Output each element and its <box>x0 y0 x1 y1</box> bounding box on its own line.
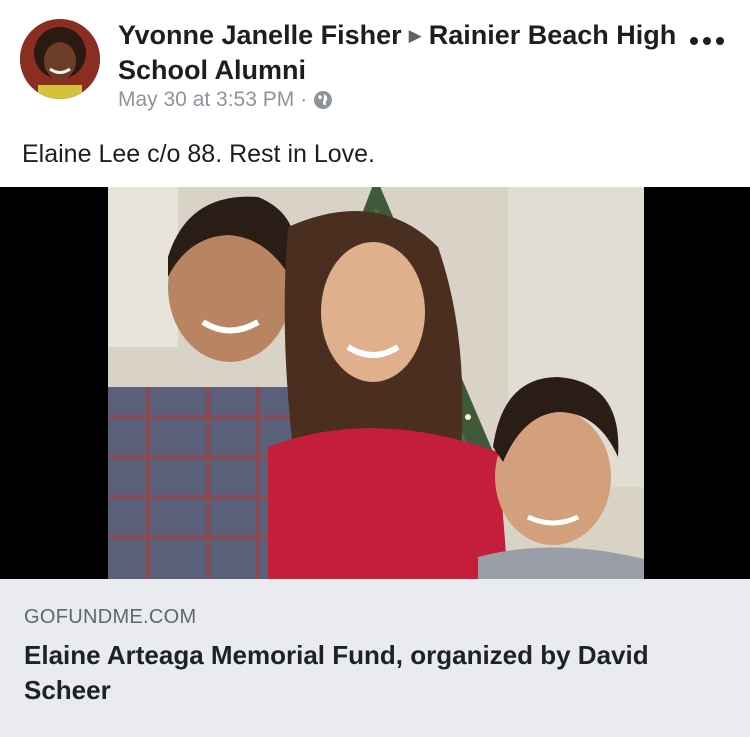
dot-icon <box>716 37 724 45</box>
post-timestamp[interactable]: May 30 at 3:53 PM <box>118 88 294 112</box>
shared-photo <box>108 187 644 579</box>
post-meta: May 30 at 3:53 PM · <box>118 88 333 112</box>
author-avatar[interactable] <box>20 19 100 99</box>
caret-right-icon: ▶ <box>408 26 422 45</box>
post-author-line: Yvonne Janelle Fisher ▶ Rainier Beach High… <box>118 18 678 87</box>
dot-icon <box>703 37 711 45</box>
post-text: Elaine Lee c/o 88. Rest in Love. <box>22 140 376 168</box>
link-title[interactable]: Elaine Arteaga Memorial Fund, organized … <box>24 638 724 708</box>
globe-icon <box>313 90 333 110</box>
author-name-link[interactable]: Yvonne Janelle Fisher <box>118 20 402 50</box>
link-domain: GOFUNDME.COM <box>24 606 197 628</box>
dot-icon <box>690 37 698 45</box>
meta-separator: · <box>300 88 308 111</box>
more-options-button[interactable] <box>686 26 728 56</box>
post-header: Yvonne Janelle Fisher ▶ Rainier Beach High… <box>0 0 750 120</box>
link-preview-image[interactable] <box>0 187 750 579</box>
